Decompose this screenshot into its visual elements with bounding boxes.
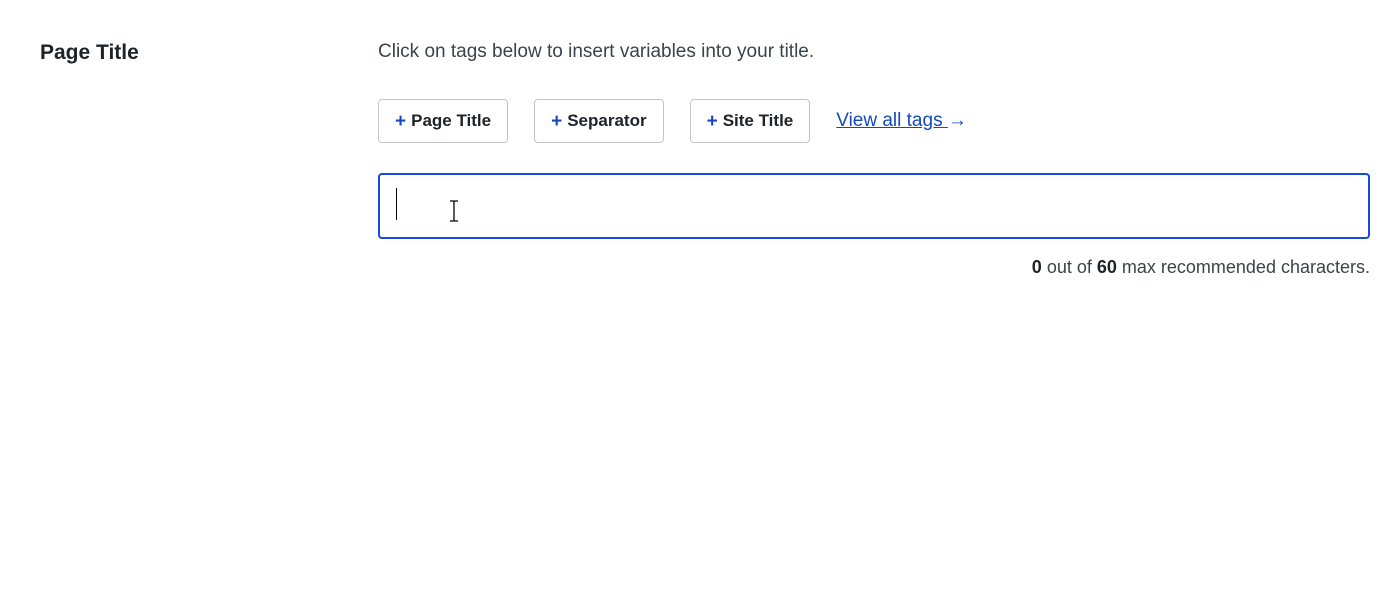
tag-site-title-button[interactable]: + Site Title <box>690 99 811 143</box>
plus-icon: + <box>551 112 562 131</box>
page-title-label: Page Title <box>40 41 378 65</box>
counter-text: max recommended characters. <box>1117 257 1370 277</box>
arrow-right-icon: → <box>948 110 967 132</box>
counter-text: out of <box>1042 257 1097 277</box>
plus-icon: + <box>395 112 406 131</box>
tag-page-title-button[interactable]: + Page Title <box>378 99 508 143</box>
tag-label: Separator <box>567 111 646 131</box>
counter-max: 60 <box>1097 257 1117 277</box>
tag-label: Page Title <box>411 111 491 131</box>
tag-label: Site Title <box>723 111 794 131</box>
text-caret-icon <box>396 188 397 220</box>
counter-current: 0 <box>1032 257 1042 277</box>
page-title-input[interactable] <box>378 173 1370 239</box>
view-all-tags-link[interactable]: View all tags → <box>836 110 967 132</box>
tag-separator-button[interactable]: + Separator <box>534 99 663 143</box>
tags-row: + Page Title + Separator + Site Title Vi… <box>378 99 1370 143</box>
plus-icon: + <box>707 112 718 131</box>
character-counter: 0 out of 60 max recommended characters. <box>378 257 1370 278</box>
help-text: Click on tags below to insert variables … <box>378 41 1370 63</box>
link-text: View all tags <box>836 110 948 131</box>
